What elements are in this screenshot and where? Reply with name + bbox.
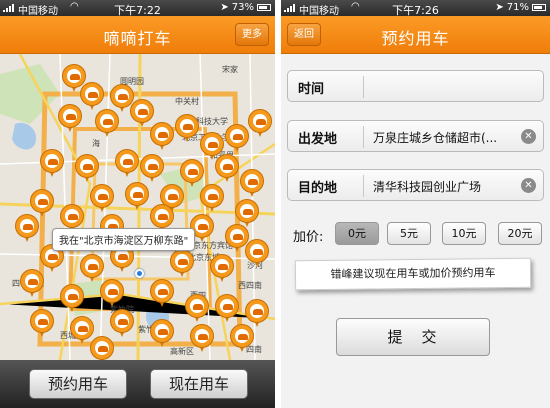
- reserve-car-button[interactable]: 预约用车: [29, 369, 127, 399]
- call-now-button[interactable]: 现在用车: [150, 369, 248, 399]
- taxi-pin-icon[interactable]: [240, 169, 264, 197]
- taxi-pin-icon[interactable]: [30, 309, 54, 337]
- battery-percent: 71%: [506, 2, 529, 13]
- taxi-pin-icon[interactable]: [170, 249, 194, 277]
- taxi-pin-icon[interactable]: [95, 109, 119, 137]
- taxi-pin-icon[interactable]: [140, 154, 164, 182]
- map-label: 西四南: [238, 281, 262, 290]
- page-title: 预约用车: [381, 29, 450, 48]
- taxi-pin-icon[interactable]: [40, 149, 64, 177]
- location-arrow-icon: ➤: [220, 2, 229, 13]
- taxi-pin-icon[interactable]: [90, 184, 114, 212]
- suggestion-note: 错峰建议现在用车或加价预约用车: [294, 257, 532, 291]
- taxi-pin-icon[interactable]: [58, 104, 82, 132]
- taxi-pin-icon[interactable]: [225, 124, 249, 152]
- bottom-toolbar: 预约用车 现在用车: [0, 360, 275, 408]
- price-option-5[interactable]: 5元: [387, 222, 431, 245]
- taxi-pin-icon[interactable]: [15, 214, 39, 242]
- taxi-pin-icon[interactable]: [20, 269, 44, 297]
- taxi-pin-icon[interactable]: [248, 109, 272, 137]
- current-location-icon: [135, 269, 144, 278]
- taxi-pin-icon[interactable]: [60, 284, 84, 312]
- taxi-pin-icon[interactable]: [215, 154, 239, 182]
- phone-right-screen: 中国移动 ◠ 下午7:26 ➤ 71% 返回 预约用车 时间 出发地 万泉庄城乡…: [281, 0, 550, 408]
- taxi-pin-icon[interactable]: [110, 309, 134, 337]
- nav-bar: 返回 预约用车: [281, 16, 550, 54]
- taxi-pin-icon[interactable]: [30, 189, 54, 217]
- taxi-pin-icon[interactable]: [75, 154, 99, 182]
- destination-value: 清华科技园创业广场: [373, 180, 482, 194]
- time-label: 时间: [298, 82, 325, 97]
- taxi-pin-icon[interactable]: [150, 122, 174, 150]
- add-price-label: 加价:: [293, 230, 324, 245]
- more-button[interactable]: 更多: [235, 23, 269, 46]
- map-view[interactable]: 宋家 圆明园 中关村 电子科技大学 北京工业大学 和平里 光 北京东方宾馆 北京…: [0, 54, 275, 360]
- map-label: 海: [92, 139, 100, 148]
- submit-button[interactable]: 提 交: [336, 318, 490, 356]
- price-option-20[interactable]: 20元: [498, 222, 542, 245]
- taxi-pin-icon[interactable]: [230, 324, 254, 352]
- taxi-pin-icon[interactable]: [210, 254, 234, 282]
- map-label: 宋家: [222, 65, 238, 74]
- taxi-pin-icon[interactable]: [200, 184, 224, 212]
- taxi-pin-icon[interactable]: [80, 254, 104, 282]
- taxi-pin-icon[interactable]: [215, 294, 239, 322]
- taxi-pin-icon[interactable]: [80, 82, 104, 110]
- battery-icon: [257, 4, 271, 11]
- taxi-pin-icon[interactable]: [150, 279, 174, 307]
- taxi-pin-icon[interactable]: [180, 159, 204, 187]
- price-option-0[interactable]: 0元: [335, 222, 379, 245]
- taxi-pin-icon[interactable]: [245, 239, 269, 267]
- destination-label: 目的地: [298, 181, 338, 196]
- page-title: 嘀嘀打车: [103, 29, 172, 48]
- nav-bar: 嘀嘀打车 更多: [0, 16, 275, 54]
- taxi-pin-icon[interactable]: [115, 149, 139, 177]
- status-bar: 中国移动 ◠ 下午7:26 ➤ 71%: [281, 0, 550, 17]
- taxi-pin-icon[interactable]: [190, 324, 214, 352]
- map-label: 中关村: [175, 97, 199, 106]
- price-option-10[interactable]: 10元: [442, 222, 486, 245]
- location-arrow-icon: ➤: [495, 2, 504, 13]
- phone-left-screen: 中国移动 ◠ 下午7:22 ➤ 73% 嘀嘀打车 更多 宋家 圆明园 中关村 电…: [0, 0, 275, 408]
- taxi-pin-icon[interactable]: [90, 336, 114, 360]
- taxi-pin-icon[interactable]: [185, 294, 209, 322]
- time-field[interactable]: 时间: [287, 70, 544, 102]
- location-callout: 我在"北京市海淀区万柳东路": [52, 228, 196, 251]
- origin-label: 出发地: [298, 132, 338, 147]
- origin-value: 万泉庄城乡仓储超市(...: [373, 131, 498, 145]
- taxi-pin-icon[interactable]: [150, 319, 174, 347]
- taxi-pin-icon[interactable]: [125, 182, 149, 210]
- battery-percent: 73%: [231, 2, 254, 13]
- status-bar: 中国移动 ◠ 下午7:22 ➤ 73%: [0, 0, 275, 17]
- battery-icon: [532, 4, 546, 11]
- origin-field[interactable]: 出发地 万泉庄城乡仓储超市(... ✕: [287, 120, 544, 152]
- taxi-pin-icon[interactable]: [245, 299, 269, 327]
- destination-field[interactable]: 目的地 清华科技园创业广场 ✕: [287, 169, 544, 201]
- taxi-pin-icon[interactable]: [175, 114, 199, 142]
- taxi-pin-icon[interactable]: [100, 279, 124, 307]
- taxi-pin-icon[interactable]: [235, 199, 259, 227]
- clear-destination-icon[interactable]: ✕: [521, 178, 536, 193]
- clear-origin-icon[interactable]: ✕: [521, 129, 536, 144]
